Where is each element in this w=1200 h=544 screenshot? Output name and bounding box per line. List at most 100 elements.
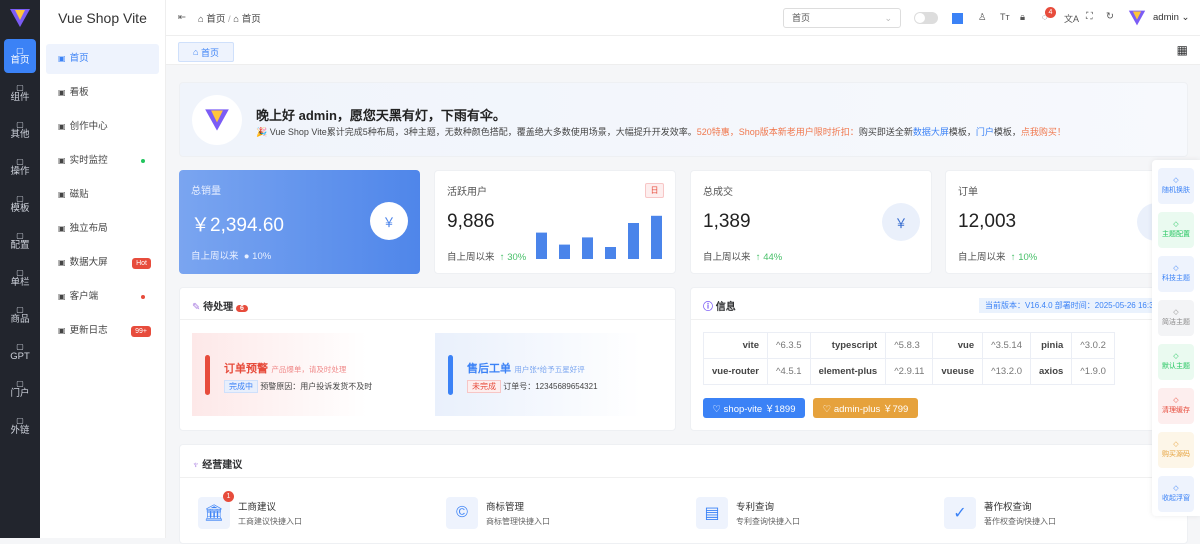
stat-title: 活跃用户 xyxy=(447,187,487,198)
todo-item-order-warning[interactable]: 订单预警 产品爆单，请及时处理 完成中 预警原因：用户投诉发货不及时 xyxy=(192,333,372,416)
float-icon: ◇ xyxy=(1173,353,1179,361)
float-button[interactable]: ◇ 清理缓存 xyxy=(1158,388,1194,424)
rail-item-label: 商品 xyxy=(10,314,30,326)
collapse-icon[interactable]: ⇤ xyxy=(178,12,186,23)
fullscreen-icon[interactable]: ⛶ xyxy=(1086,11,1093,22)
period-tag[interactable]: 日 xyxy=(645,183,664,198)
float-icon: ◇ xyxy=(1173,265,1179,273)
grid-icon: ▢ xyxy=(16,119,24,129)
rail-item[interactable]: ▢ 门户 xyxy=(4,372,36,406)
menu-icon: ▣ xyxy=(58,224,66,233)
version-tag: 当前版本：V16.4.0 部署时间：2025-05-26 16:3 xyxy=(979,298,1160,313)
suggest-item[interactable]: ▤ 专利查询 专利查询快捷入口 xyxy=(696,497,800,529)
rail-item[interactable]: ▢ 其他 xyxy=(4,113,36,147)
sidebar-item[interactable]: ▣ 更新日志 99+ xyxy=(46,316,159,346)
table-cell: vite xyxy=(703,332,768,359)
bar xyxy=(582,237,593,259)
table-cell: element-plus xyxy=(809,358,887,385)
app-logo[interactable] xyxy=(0,0,40,36)
float-button[interactable]: ◇ 简洁主题 xyxy=(1158,300,1194,336)
sidebar-item[interactable]: ▣ 首页 xyxy=(46,44,159,74)
layout-icon[interactable] xyxy=(952,13,963,24)
float-button[interactable]: ◇ 默认主题 xyxy=(1158,344,1194,380)
buy-link[interactable]: 点我购买！ xyxy=(1021,127,1066,137)
grid-menu-icon[interactable]: ▦ xyxy=(1177,43,1188,57)
menu-icon: ▣ xyxy=(58,292,66,301)
rail-item[interactable]: ▢ 组件 xyxy=(4,76,36,110)
suggest-desc: 专利查询快捷入口 xyxy=(736,517,800,526)
external-link-icon: ▢ xyxy=(16,415,24,425)
search-select[interactable]: 首页 ⌄ xyxy=(783,8,901,28)
stat-card-deals: 总成交 1,389 自上周以来 ↑ 44% ￥ xyxy=(690,170,932,274)
stat-title: 总成交 xyxy=(703,187,733,198)
float-button[interactable]: ◇ 科技主题 xyxy=(1158,256,1194,292)
avatar[interactable] xyxy=(1128,9,1146,27)
rail-item-label: 模板 xyxy=(10,203,30,215)
float-button[interactable]: ◇ 随机换肤 xyxy=(1158,168,1194,204)
sidebar-item[interactable]: ▣ 看板 xyxy=(46,78,159,108)
theme-icon[interactable]: ♙ xyxy=(978,12,987,23)
yen-icon: ￥ xyxy=(370,202,408,240)
rail-item[interactable]: ▢ 操作 xyxy=(4,150,36,184)
bar xyxy=(651,215,662,259)
rail-item[interactable]: ▢ GPT xyxy=(4,335,36,369)
stat-title: 总销量 xyxy=(191,186,221,197)
shop-icon: ▢ xyxy=(16,304,24,314)
float-button[interactable]: ◇ 主题配置 xyxy=(1158,212,1194,248)
suggest-desc: 工商建议快捷入口 xyxy=(238,517,302,526)
sidebar-item[interactable]: ▣ 磁贴 xyxy=(46,180,159,210)
sidebar-badge: 99+ xyxy=(131,325,151,337)
tab-home[interactable]: ⌂ 首页 xyxy=(178,42,234,62)
table-cell: typescript xyxy=(809,332,887,359)
rail-item[interactable]: ▢ 模板 xyxy=(4,187,36,221)
stat-change: 自上周以来 ↑ 30% xyxy=(447,252,527,263)
translate-icon[interactable]: 文A xyxy=(1064,12,1079,25)
status-tag: 完成中 xyxy=(224,380,258,393)
sidebar-item-label: 首页 xyxy=(69,53,89,64)
table-cell: ^6.3.5 xyxy=(766,332,811,359)
sidebar-item[interactable]: ▣ 数据大屏 Hot xyxy=(46,248,159,278)
sidebar-item[interactable]: ▣ 客户端 xyxy=(46,282,159,312)
float-button[interactable]: ◇ 购买源码 xyxy=(1158,432,1194,468)
user-menu[interactable]: admin ⌄ xyxy=(1153,12,1189,23)
menu-icon: ▣ xyxy=(58,258,66,267)
rail-item-label: 组件 xyxy=(10,92,30,104)
bar xyxy=(536,232,547,259)
table-cell: vue xyxy=(932,332,984,359)
table-row: vite ^6.3.5 typescript ^5.8.3 vue ^3.5.14 pini… xyxy=(703,332,1115,359)
check-icon: ✓ xyxy=(944,497,976,529)
table-cell: pinia xyxy=(1029,332,1073,359)
rail-item[interactable]: ▢ 配置 xyxy=(4,224,36,258)
rail-item[interactable]: ▢ 外链 xyxy=(4,409,36,443)
todo-item-aftersales[interactable]: 售后工单 用户张*给予五星好评 未完成 订单号：12345689654321 xyxy=(435,333,641,416)
float-icon: ◇ xyxy=(1173,485,1179,493)
breadcrumb-item[interactable]: 首页 xyxy=(206,14,225,25)
float-button[interactable]: ◇ 收起浮窗 xyxy=(1158,476,1194,512)
sidebar-item[interactable]: ▣ 独立布局 xyxy=(46,214,159,244)
sidebar-item[interactable]: ▣ 实时监控 xyxy=(46,146,159,176)
rail-item[interactable]: ▢ 单栏 xyxy=(4,261,36,295)
welcome-desc: 🎉 Vue Shop Vite累计完成5种布局，3种主题，无数种颜色搭配，覆盖绝… xyxy=(256,127,1066,137)
lock-icon[interactable]: 🔒︎ xyxy=(1020,12,1025,23)
suggest-item[interactable]: © 商标管理 商标管理快捷入口 xyxy=(446,497,550,529)
file-icon: ▢ xyxy=(16,267,24,277)
sidebar-item[interactable]: ▣ 创作中心 xyxy=(46,112,159,142)
dark-mode-toggle[interactable] xyxy=(914,12,938,24)
shop-vite-button[interactable]: ♡ shop-vite ￥1899 xyxy=(703,398,805,418)
admin-plus-button[interactable]: ♡ admin-plus ￥799 xyxy=(813,398,918,418)
breadcrumb: ⌂ 首页 / ⌂ 首页 xyxy=(197,13,261,25)
notification-badge: 4 xyxy=(1045,7,1056,18)
rail-item[interactable]: ▢ 首页 xyxy=(4,39,36,73)
float-icon: ◇ xyxy=(1173,441,1179,449)
font-size-icon[interactable]: Tт xyxy=(1000,12,1010,22)
rail-item[interactable]: ▢ 商品 xyxy=(4,298,36,332)
link-portal[interactable]: 门户 xyxy=(976,127,994,137)
refresh-icon[interactable]: ↻ xyxy=(1106,11,1114,22)
link-data-screen[interactable]: 数据大屏 xyxy=(913,127,949,137)
float-icon: ◇ xyxy=(1173,221,1179,229)
suggest-item[interactable]: 🏛 1 工商建议 工商建议快捷入口 xyxy=(198,491,302,529)
suggest-item[interactable]: ✓ 著作权查询 著作权查询快捷入口 xyxy=(944,497,1056,529)
stat-value: 9,886 xyxy=(447,211,495,232)
breadcrumb-item: 首页 xyxy=(241,13,261,25)
home-icon: ▢ xyxy=(16,45,24,55)
